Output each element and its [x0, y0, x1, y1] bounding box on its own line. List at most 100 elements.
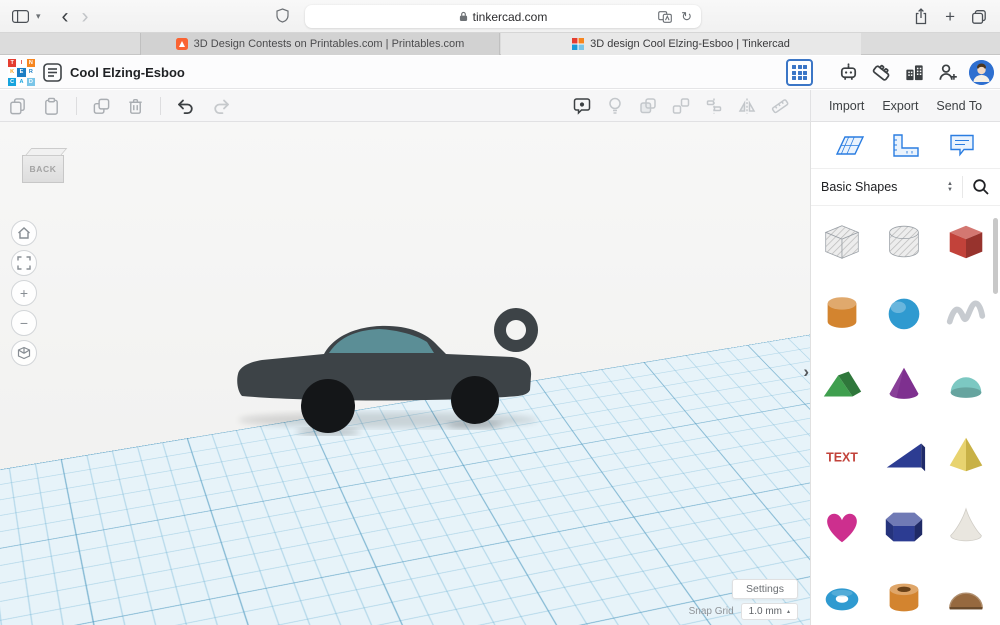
snap-grid-control: Snap Grid 1.0 mm ▴ [689, 603, 798, 620]
delete-icon[interactable] [126, 97, 145, 116]
wedge-icon [881, 432, 927, 478]
view-cube-back-face[interactable]: BACK [22, 155, 64, 183]
logo-tile: A [17, 78, 25, 86]
lightbulb-icon[interactable] [605, 96, 625, 116]
cylinder-transparent-icon [881, 219, 927, 265]
chevron-down-icon[interactable]: ▾ [36, 11, 41, 22]
align-icon[interactable] [704, 96, 724, 116]
printables-favicon [176, 38, 188, 50]
view-nav-tools: + − [11, 220, 37, 366]
shape-category-value: Basic Shapes [821, 180, 897, 194]
group-icon[interactable] [638, 96, 658, 116]
new-tab-icon[interactable]: + [945, 8, 955, 25]
zoom-out-button[interactable]: − [11, 310, 37, 336]
tab-overview-icon[interactable] [972, 10, 986, 24]
shape-wedge[interactable] [873, 419, 935, 490]
box-transparent-icon [819, 219, 865, 265]
view-cube-top-face[interactable] [25, 148, 68, 156]
notes-tool-icon[interactable] [947, 132, 977, 159]
send-to-button[interactable]: Send To [936, 99, 982, 113]
logo-tile: I [17, 59, 25, 67]
car-model[interactable] [228, 294, 550, 436]
undo-icon[interactable] [176, 96, 196, 116]
keychain-ring[interactable] [494, 308, 538, 352]
forward-icon[interactable]: › [82, 6, 89, 27]
buildings-icon[interactable] [903, 61, 926, 84]
home-view-button[interactable] [11, 220, 37, 246]
toolbar-divider [160, 97, 161, 115]
shape-polygon[interactable] [873, 490, 935, 561]
sidebar-toggle-icon[interactable] [12, 10, 29, 23]
privacy-shield-icon[interactable] [276, 8, 289, 23]
shape-box-transparent[interactable] [811, 206, 873, 277]
logo-tile: T [8, 59, 16, 67]
shape-cylinder[interactable] [811, 277, 873, 348]
shape-round-roof[interactable] [935, 561, 997, 625]
paste-icon[interactable] [42, 97, 61, 116]
mirror-icon[interactable] [737, 96, 757, 116]
share-icon[interactable] [914, 8, 928, 25]
reload-icon[interactable]: ↻ [681, 9, 692, 25]
export-button[interactable]: Export [882, 99, 918, 113]
shape-half-sphere[interactable] [935, 348, 997, 419]
user-avatar[interactable] [969, 60, 994, 85]
shape-cylinder-transparent[interactable] [873, 206, 935, 277]
perspective-toggle-button[interactable] [11, 340, 37, 366]
viewport-canvas[interactable]: BACK + − › Settings Snap Grid 1.0 mm ▴ [0, 122, 810, 625]
design-title[interactable]: Cool Elzing-Esboo [70, 56, 185, 89]
dropdown-arrows-icon: ▲▼ [947, 182, 953, 193]
back-icon[interactable]: ‹ [62, 6, 69, 27]
copy-icon[interactable] [8, 97, 27, 116]
car-wheel-rear[interactable] [451, 376, 499, 424]
tab-tinkercad[interactable]: 3D design Cool Elzing-Esboo | Tinkercad [501, 33, 861, 55]
view-cube[interactable]: BACK [22, 148, 64, 183]
ruler-tool-toolbar-icon[interactable] [770, 96, 790, 116]
tab-printables[interactable]: 3D Design Contests on Printables.com | P… [140, 33, 500, 55]
ruler-tool-icon[interactable] [891, 132, 921, 159]
stepper-icon: ▴ [787, 608, 790, 615]
car-wheel-front[interactable] [301, 379, 355, 433]
zoom-in-button[interactable]: + [11, 280, 37, 306]
translate-icon[interactable] [658, 11, 672, 23]
shape-sphere[interactable] [873, 277, 935, 348]
snap-grid-label: Snap Grid [689, 606, 734, 617]
shape-torus[interactable] [811, 561, 873, 625]
browser-toolbar: ▾ ‹ › tinkercad.com ↻ + [0, 0, 1000, 33]
panel-collapse-icon[interactable]: › [803, 362, 809, 382]
search-icon[interactable] [972, 178, 990, 196]
duplicate-icon[interactable] [92, 97, 111, 116]
pyramid-icon [943, 432, 989, 478]
snap-grid-value: 1.0 mm [749, 606, 782, 617]
shape-paraboloid[interactable] [935, 490, 997, 561]
ungroup-icon[interactable] [671, 96, 691, 116]
mode-3d-editor-button[interactable] [786, 59, 813, 86]
invite-person-icon[interactable] [936, 61, 959, 84]
logo-tile: N [27, 59, 35, 67]
settings-button[interactable]: Settings [732, 579, 798, 599]
shape-heart[interactable] [811, 490, 873, 561]
import-button[interactable]: Import [829, 99, 864, 113]
shape-box[interactable] [935, 206, 997, 277]
tab-title: 3D Design Contests on Printables.com | P… [194, 38, 465, 50]
workplane-tool-icon[interactable] [834, 132, 866, 159]
address-bar[interactable]: tinkercad.com ↻ [305, 5, 701, 28]
cylinder-icon [819, 290, 865, 336]
shape-roof[interactable] [811, 348, 873, 419]
shape-category-dropdown[interactable]: Basic Shapes ▲▼ [821, 180, 953, 194]
divider [962, 176, 963, 198]
shape-text[interactable]: TEXT [811, 419, 873, 490]
shape-cone[interactable] [873, 348, 935, 419]
codeblocks-icon[interactable] [870, 61, 893, 84]
design-menu-icon[interactable] [43, 63, 62, 82]
shape-pyramid[interactable] [935, 419, 997, 490]
logo-tile: C [8, 78, 16, 86]
redo-icon[interactable] [211, 96, 231, 116]
fit-view-button[interactable] [11, 250, 37, 276]
snap-grid-select[interactable]: 1.0 mm ▴ [741, 603, 798, 620]
tinkercad-logo[interactable]: TINKERCAD [8, 59, 35, 86]
sim-lab-icon[interactable] [837, 61, 860, 84]
panel-scrollbar[interactable] [993, 218, 998, 294]
shape-tube[interactable] [873, 561, 935, 625]
shape-scribble[interactable] [935, 277, 997, 348]
notes-visibility-icon[interactable] [572, 96, 592, 116]
